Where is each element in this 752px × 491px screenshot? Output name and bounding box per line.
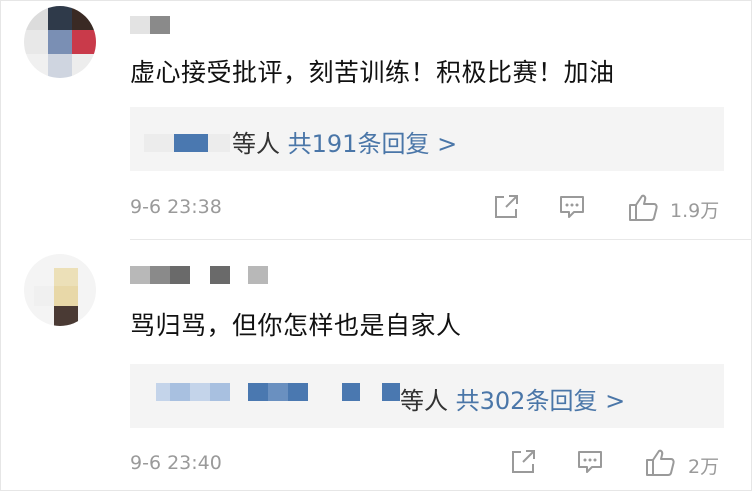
like-count: 2万 [688,456,720,478]
avatar[interactable] [24,6,96,78]
reply-suffix: 等人 [400,387,448,415]
divider [130,239,752,240]
reply-suffix: 等人 [232,130,280,158]
comment-icon [578,451,602,473]
share-button[interactable] [509,448,537,476]
comment-text: 虚心接受批评，刻苦训练！积极比赛！加油 [130,58,615,87]
like-button[interactable] [644,448,676,478]
thumbs-up-icon [646,449,675,476]
share-icon [495,195,518,218]
avatar[interactable] [24,254,96,326]
reply-summary-box[interactable]: 等人 共191条回复 > [130,107,724,171]
like-count: 1.9万 [670,200,720,222]
reply-count-link[interactable]: 共191条回复 > [288,130,458,158]
thumbs-up-icon [629,194,658,221]
like-button[interactable] [627,193,659,223]
comment-button[interactable] [576,448,604,476]
comment-text: 骂归骂，但你怎样也是自家人 [130,311,462,340]
comment-icon [560,196,584,218]
reply-summary-box[interactable]: 等人 共302条回复 > [130,364,724,428]
comment-button[interactable] [558,193,586,221]
share-button[interactable] [492,193,520,221]
share-icon [512,450,535,473]
reply-count-link[interactable]: 共302条回复 > [456,387,626,415]
comment-timestamp: 9-6 23:40 [130,452,222,474]
comment-timestamp: 9-6 23:38 [130,196,222,218]
